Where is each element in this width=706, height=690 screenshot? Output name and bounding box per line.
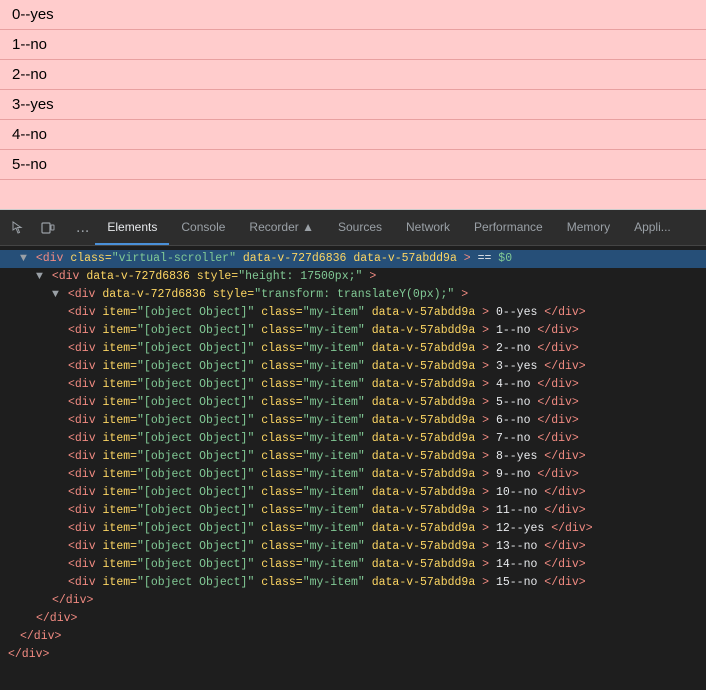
tab-recorder[interactable]: Recorder ▲ xyxy=(237,210,326,245)
preview-item-1: 1--no xyxy=(0,30,706,60)
dom-row-16[interactable]: <div item="[object Object]" class="my-it… xyxy=(0,538,706,556)
preview-item-3: 3--yes xyxy=(0,90,706,120)
tab-memory[interactable]: Memory xyxy=(555,210,622,245)
devtools-tabs: Elements Console Recorder ▲ Sources Netw… xyxy=(95,210,682,245)
dom-row-2[interactable]: ▼ <div data-v-727d6836 style="transform:… xyxy=(0,286,706,304)
inspect-element-icon[interactable] xyxy=(4,214,32,242)
dots-menu[interactable]: ... xyxy=(70,219,95,237)
tab-performance[interactable]: Performance xyxy=(462,210,555,245)
dom-row-5[interactable]: <div item="[object Object]" class="my-it… xyxy=(0,340,706,358)
dom-row-17[interactable]: <div item="[object Object]" class="my-it… xyxy=(0,556,706,574)
tab-sources[interactable]: Sources xyxy=(326,210,394,245)
devtools-toolbar: ... Elements Console Recorder ▲ Sources … xyxy=(0,210,706,246)
expand-arrow: ▼ xyxy=(36,270,43,283)
preview-item-0: 0--yes xyxy=(0,0,706,30)
dom-row-14[interactable]: <div item="[object Object]" class="my-it… xyxy=(0,502,706,520)
dom-row-7[interactable]: <div item="[object Object]" class="my-it… xyxy=(0,376,706,394)
tab-network[interactable]: Network xyxy=(394,210,462,245)
dom-row-12[interactable]: <div item="[object Object]" class="my-it… xyxy=(0,466,706,484)
expand-arrow: ▼ xyxy=(20,252,27,265)
device-toggle-icon[interactable] xyxy=(34,214,62,242)
dom-row-18[interactable]: <div item="[object Object]" class="my-it… xyxy=(0,574,706,592)
toolbar-icons xyxy=(4,214,62,242)
dom-row-close-3[interactable]: </div> xyxy=(0,592,706,610)
dom-row-4[interactable]: <div item="[object Object]" class="my-it… xyxy=(0,322,706,340)
dom-row-6[interactable]: <div item="[object Object]" class="my-it… xyxy=(0,358,706,376)
dom-row-close-1[interactable]: </div> xyxy=(0,628,706,646)
dom-row-15[interactable]: <div item="[object Object]" class="my-it… xyxy=(0,520,706,538)
dom-row-8[interactable]: <div item="[object Object]" class="my-it… xyxy=(0,394,706,412)
dom-row-3[interactable]: <div item="[object Object]" class="my-it… xyxy=(0,304,706,322)
tab-application[interactable]: Appli... xyxy=(622,210,683,245)
dom-row-13[interactable]: <div item="[object Object]" class="my-it… xyxy=(0,484,706,502)
devtools-panel: ... Elements Console Recorder ▲ Sources … xyxy=(0,210,706,690)
preview-area: 0--yes 1--no 2--no 3--yes 4--no 5--no xyxy=(0,0,706,210)
dom-row-11[interactable]: <div item="[object Object]" class="my-it… xyxy=(0,448,706,466)
dom-row-0[interactable]: ▼ <div class="virtual-scroller" data-v-7… xyxy=(0,250,706,268)
tab-elements[interactable]: Elements xyxy=(95,210,169,245)
dom-row-close-2[interactable]: </div> xyxy=(0,610,706,628)
tab-console[interactable]: Console xyxy=(169,210,237,245)
preview-item-2: 2--no xyxy=(0,60,706,90)
elements-panel[interactable]: ▼ <div class="virtual-scroller" data-v-7… xyxy=(0,246,706,690)
dom-row-9[interactable]: <div item="[object Object]" class="my-it… xyxy=(0,412,706,430)
dom-row-10[interactable]: <div item="[object Object]" class="my-it… xyxy=(0,430,706,448)
preview-item-4: 4--no xyxy=(0,120,706,150)
preview-item-5: 5--no xyxy=(0,150,706,180)
expand-arrow: ▼ xyxy=(52,288,59,301)
dom-row-close-0[interactable]: </div> xyxy=(0,646,706,664)
dom-row-1[interactable]: ▼ <div data-v-727d6836 style="height: 17… xyxy=(0,268,706,286)
